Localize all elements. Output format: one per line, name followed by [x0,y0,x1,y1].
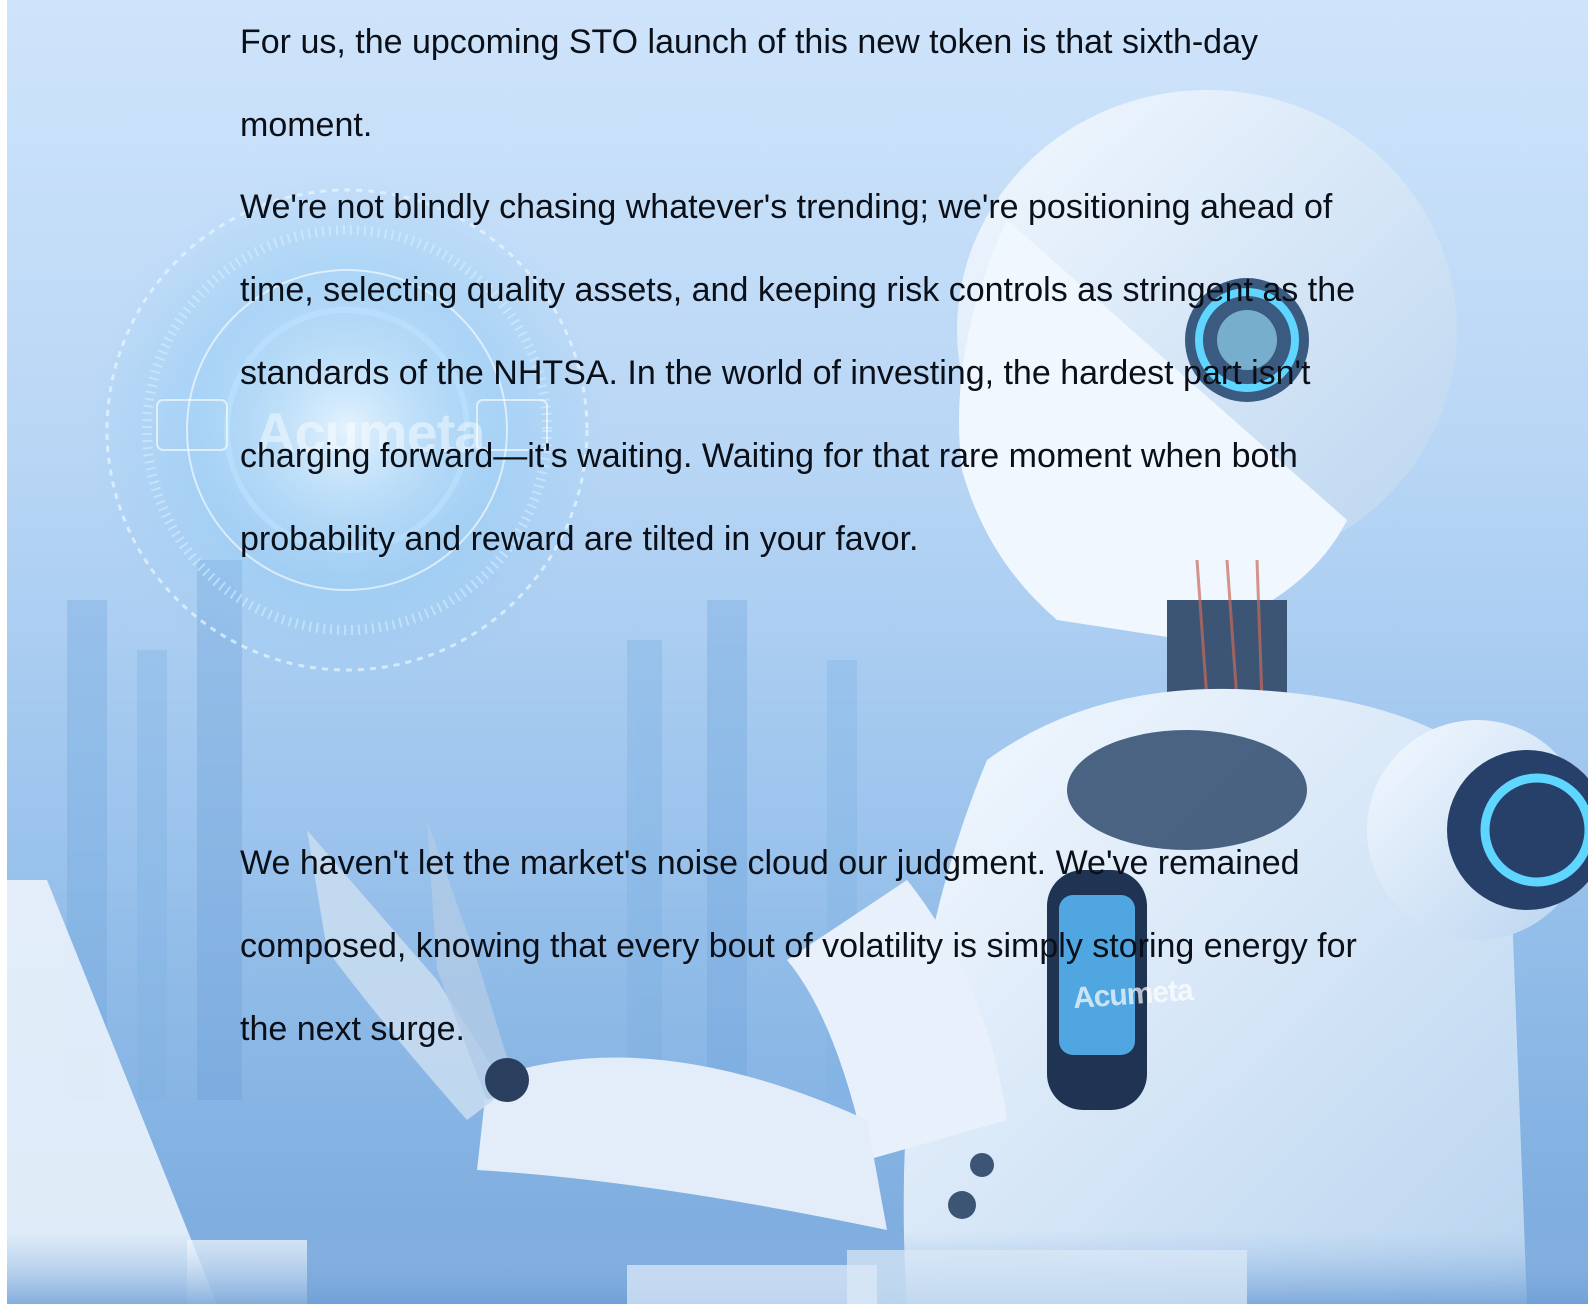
paragraph-1: For us, the upcoming STO launch of this … [240,23,1258,144]
paragraph-2: We're not blindly chasing whatever's tre… [240,188,1356,558]
paragraph-3: We haven't let the market's noise cloud … [240,844,1357,1048]
document-page: Acumeta Acumeta For us, the upcoming STO… [0,0,1588,1304]
